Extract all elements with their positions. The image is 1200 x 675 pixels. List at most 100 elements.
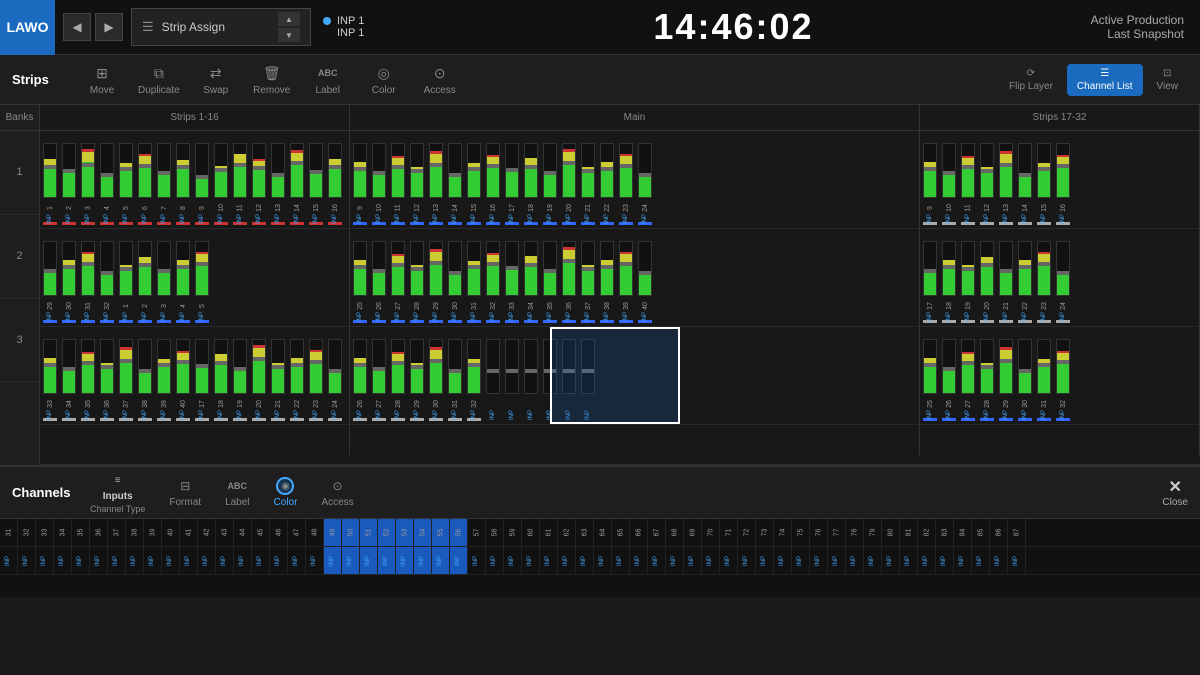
channel-strip[interactable]: 30INP: [1016, 339, 1034, 422]
channel-number-cell[interactable]: 31: [0, 519, 18, 546]
channel-label-cell[interactable]: INP: [54, 547, 72, 574]
channel-number-cell[interactable]: 33: [36, 519, 54, 546]
channel-label-cell[interactable]: INP: [594, 547, 612, 574]
channel-strip[interactable]: 5INP: [193, 241, 211, 324]
channel-strip[interactable]: 32INP: [484, 241, 502, 324]
channel-number-cell[interactable]: 67: [648, 519, 666, 546]
channel-strip[interactable]: 13INP: [997, 143, 1015, 226]
channel-strip[interactable]: 29INP: [408, 339, 426, 422]
channel-number-cell[interactable]: 43: [216, 519, 234, 546]
channel-strip[interactable]: 19INP: [231, 339, 249, 422]
channel-strip[interactable]: 38INP: [598, 241, 616, 324]
channel-strip[interactable]: 17INP: [503, 143, 521, 226]
channel-label-cell[interactable]: INP: [630, 547, 648, 574]
channel-strip[interactable]: 21INP: [269, 339, 287, 422]
channel-number-cell[interactable]: 74: [774, 519, 792, 546]
channel-strip[interactable]: 13INP: [427, 143, 445, 226]
channel-label-cell[interactable]: INP: [828, 547, 846, 574]
channel-strip[interactable]: 28INP: [408, 241, 426, 324]
channel-number-cell[interactable]: 82: [918, 519, 936, 546]
channel-strip[interactable]: 21INP: [579, 143, 597, 226]
channel-number-cell[interactable]: 44: [234, 519, 252, 546]
channel-number-cell[interactable]: 49: [324, 519, 342, 546]
channel-strip[interactable]: 31INP: [465, 241, 483, 324]
channel-strip[interactable]: 34INP: [60, 339, 78, 422]
channel-number-cell[interactable]: 47: [288, 519, 306, 546]
channel-label-cell[interactable]: INP: [882, 547, 900, 574]
inputs-channel-type-button[interactable]: ≡ Inputs Channel Type: [82, 469, 153, 516]
channel-label-cell[interactable]: INP: [0, 547, 18, 574]
channel-strip[interactable]: 15INP: [1035, 143, 1053, 226]
channel-strip[interactable]: 28INP: [978, 339, 996, 422]
channel-number-cell[interactable]: 87: [1008, 519, 1026, 546]
channel-label-cell[interactable]: INP: [36, 547, 54, 574]
channel-strip[interactable]: 31INP: [1035, 339, 1053, 422]
channel-label-cell[interactable]: INP: [108, 547, 126, 574]
channel-label-cell[interactable]: INP: [648, 547, 666, 574]
channel-label-cell[interactable]: INP: [720, 547, 738, 574]
channel-number-cell[interactable]: 48: [306, 519, 324, 546]
nav-back-button[interactable]: ◀: [63, 13, 91, 41]
channel-strip[interactable]: 25INP: [921, 339, 939, 422]
channel-strip[interactable]: 14INP: [288, 143, 306, 226]
channel-strip[interactable]: 23INP: [307, 339, 325, 422]
channel-strip[interactable]: 30INP: [446, 241, 464, 324]
channel-strip[interactable]: 5INP: [117, 143, 135, 226]
channel-strip[interactable]: 6INP: [136, 143, 154, 226]
channel-strip[interactable]: 39INP: [617, 241, 635, 324]
channel-label-cell[interactable]: INP: [504, 547, 522, 574]
channel-strip[interactable]: 29INP: [427, 241, 445, 324]
channel-number-cell[interactable]: 76: [810, 519, 828, 546]
channel-label-cell[interactable]: INP: [162, 547, 180, 574]
ch-access-button[interactable]: ⊙ Access: [313, 475, 361, 510]
channel-label-cell[interactable]: INP: [810, 547, 828, 574]
channel-strip[interactable]: 21INP: [997, 241, 1015, 324]
channel-number-cell[interactable]: 70: [702, 519, 720, 546]
channel-label-cell[interactable]: INP: [144, 547, 162, 574]
channel-label-cell[interactable]: INP: [360, 547, 378, 574]
channel-number-cell[interactable]: 69: [684, 519, 702, 546]
channel-strip[interactable]: 13INP: [269, 143, 287, 226]
channel-strip[interactable]: 31INP: [446, 339, 464, 422]
channel-label-cell[interactable]: INP: [756, 547, 774, 574]
toolbar-swap[interactable]: ⇄ Swap: [196, 63, 236, 96]
channel-label-cell[interactable]: INP: [558, 547, 576, 574]
bank-row-3[interactable]: 3: [0, 299, 39, 383]
channel-number-cell[interactable]: 72: [738, 519, 756, 546]
channel-strip[interactable]: 11INP: [231, 143, 249, 226]
channel-label-cell[interactable]: INP: [432, 547, 450, 574]
channel-strip[interactable]: 40INP: [174, 339, 192, 422]
channel-label-cell[interactable]: INP: [774, 547, 792, 574]
channel-strip[interactable]: 40INP: [636, 241, 654, 324]
bank-row-2[interactable]: 2: [0, 215, 39, 299]
channel-label-cell[interactable]: INP: [18, 547, 36, 574]
channel-number-cell[interactable]: 32: [18, 519, 36, 546]
channel-strip[interactable]: 10INP: [940, 143, 958, 226]
channel-label-cell[interactable]: INP: [486, 547, 504, 574]
channel-label-cell[interactable]: INP: [468, 547, 486, 574]
channel-number-cell[interactable]: 71: [720, 519, 738, 546]
channel-strip[interactable]: 19INP: [541, 143, 559, 226]
channel-number-cell[interactable]: 37: [108, 519, 126, 546]
channel-label-cell[interactable]: INP: [396, 547, 414, 574]
channel-strip[interactable]: 27INP: [370, 339, 388, 422]
channel-label-cell[interactable]: INP: [918, 547, 936, 574]
channel-number-cell[interactable]: 57: [468, 519, 486, 546]
channel-number-cell[interactable]: 39: [144, 519, 162, 546]
toolbar-label[interactable]: ABC Label: [308, 63, 348, 96]
channel-strip[interactable]: 34INP: [522, 241, 540, 324]
channel-number-cell[interactable]: 45: [252, 519, 270, 546]
channel-number-cell[interactable]: 84: [954, 519, 972, 546]
channel-label-cell[interactable]: INP: [270, 547, 288, 574]
channel-number-cell[interactable]: 38: [126, 519, 144, 546]
channel-number-cell[interactable]: 51: [360, 519, 378, 546]
toolbar-access[interactable]: ⊙ Access: [420, 63, 460, 96]
channel-label-cell[interactable]: INP: [180, 547, 198, 574]
channel-number-cell[interactable]: 63: [576, 519, 594, 546]
channel-number-cell[interactable]: 66: [630, 519, 648, 546]
channel-number-cell[interactable]: 34: [54, 519, 72, 546]
channel-strip[interactable]: 25INP: [351, 241, 369, 324]
channel-strip[interactable]: 18INP: [940, 241, 958, 324]
channel-strip[interactable]: 26INP: [940, 339, 958, 422]
toolbar-duplicate[interactable]: ⧉ Duplicate: [138, 63, 180, 96]
